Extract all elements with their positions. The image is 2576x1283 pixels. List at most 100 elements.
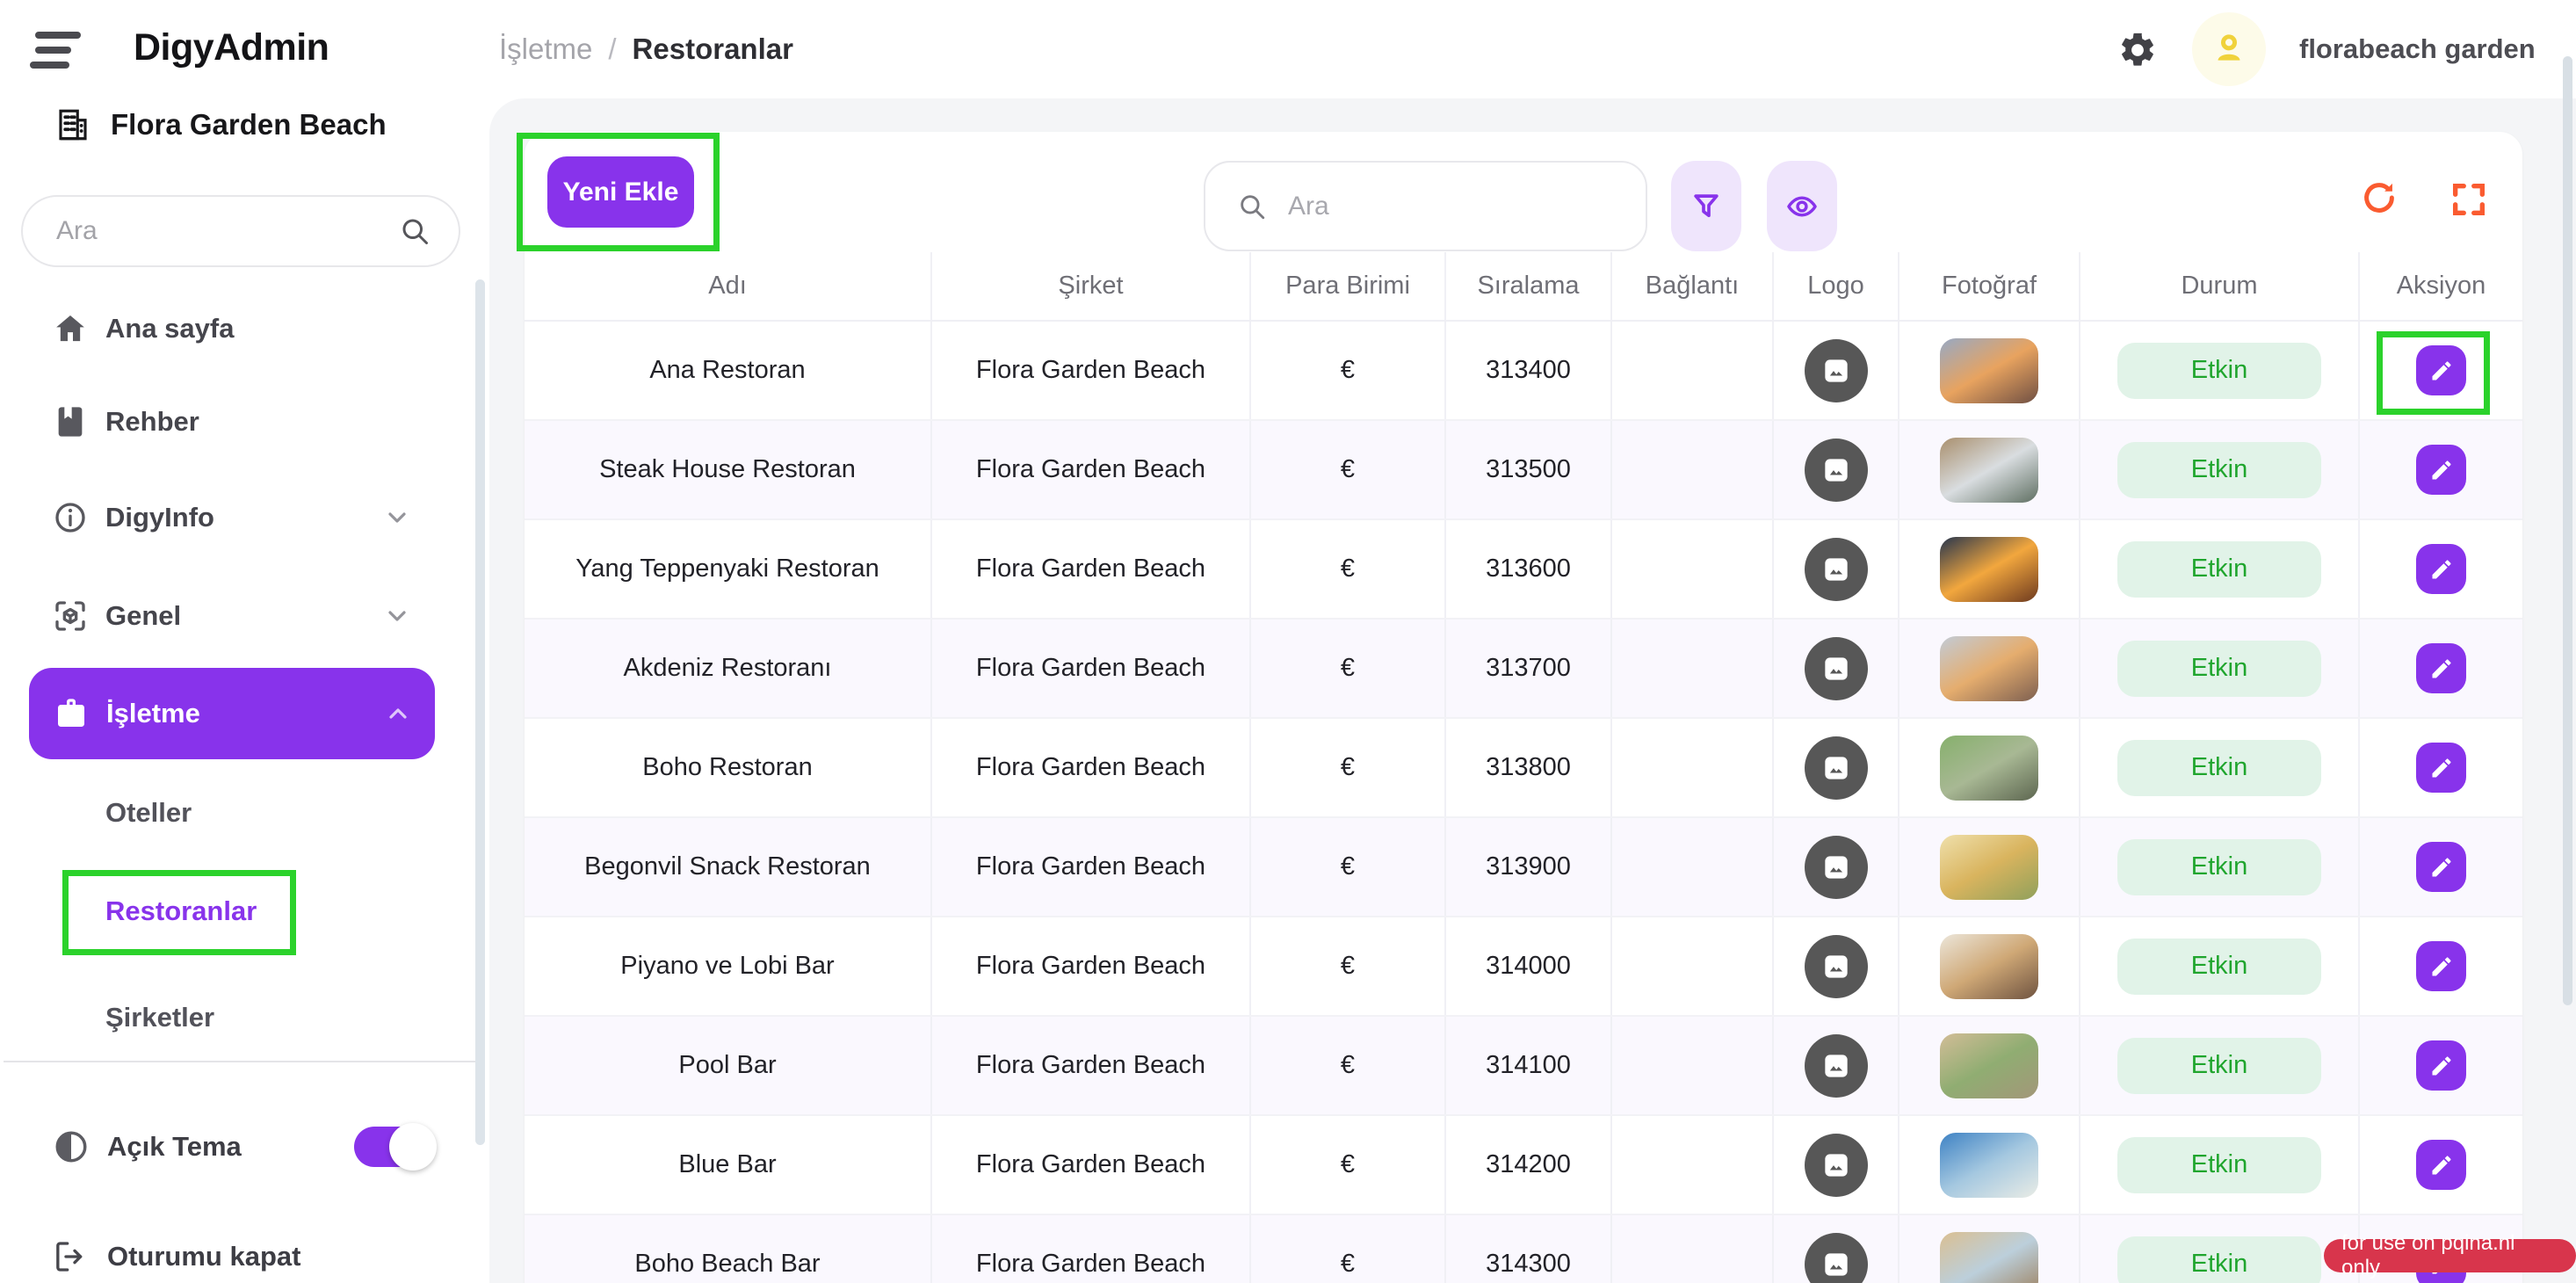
edit-button[interactable]	[2416, 743, 2466, 793]
book-icon	[53, 404, 88, 439]
edit-button[interactable]	[2416, 643, 2466, 693]
cell-name: Ana Restoran	[525, 322, 932, 419]
sidebar-divider	[4, 1061, 478, 1062]
cell-currency: €	[1251, 1116, 1446, 1214]
cell-status: Etkin	[2080, 520, 2360, 618]
cell-link	[1612, 620, 1774, 717]
edit-button[interactable]	[2416, 941, 2466, 991]
table-search-input[interactable]	[1267, 192, 1646, 221]
refresh-button[interactable]	[2359, 178, 2399, 221]
cell-status: Etkin	[2080, 1116, 2360, 1214]
sidebar-submenu-restoranlar[interactable]: Restoranlar	[0, 881, 489, 942]
sidebar-search-input[interactable]	[23, 216, 399, 246]
image-icon	[1820, 553, 1853, 586]
theme-toggle[interactable]	[354, 1127, 435, 1167]
workspace-name: Flora Garden Beach	[111, 108, 387, 141]
pencil-icon	[2429, 458, 2454, 482]
table-row: Blue Bar Flora Garden Beach € 314200 Etk…	[525, 1116, 2522, 1215]
edit-button[interactable]	[2416, 445, 2466, 495]
logo-placeholder	[1805, 637, 1868, 700]
chevron-up-icon	[384, 699, 412, 728]
sidebar-submenu-sirketler[interactable]: Şirketler	[0, 987, 489, 1048]
sidebar: DigyAdmin Flora Garden Beach Ana sayfa R…	[0, 0, 489, 1283]
table-row: Ana Restoran Flora Garden Beach € 313400…	[525, 322, 2522, 421]
cell-order: 313400	[1446, 322, 1612, 419]
fullscreen-button[interactable]	[2449, 179, 2489, 222]
table-row: Steak House Restoran Flora Garden Beach …	[525, 421, 2522, 520]
cell-action	[2360, 1017, 2522, 1114]
column-header-4[interactable]: Bağlantı	[1612, 252, 1774, 320]
cell-currency: €	[1251, 818, 1446, 916]
sidebar-item-digyinfo[interactable]: DigyInfo	[0, 487, 489, 548]
pencil-icon	[2429, 557, 2454, 582]
image-icon	[1820, 851, 1853, 884]
sidebar-item-label: Ana sayfa	[105, 313, 234, 344]
column-header-7[interactable]: Durum	[2080, 252, 2360, 320]
sidebar-scrollbar[interactable]	[475, 279, 485, 1145]
sidebar-submenu-oteller[interactable]: Oteller	[0, 782, 489, 844]
filter-button[interactable]	[1671, 161, 1741, 251]
cell-company: Flora Garden Beach	[932, 1116, 1251, 1214]
edit-button[interactable]	[2416, 842, 2466, 892]
pencil-icon	[2429, 756, 2454, 780]
column-header-6[interactable]: Fotoğraf	[1899, 252, 2080, 320]
logo-placeholder	[1805, 736, 1868, 800]
eye-icon	[1785, 190, 1819, 223]
edit-button[interactable]	[2416, 1040, 2466, 1091]
sidebar-item-isletme[interactable]: İşletme	[29, 668, 435, 759]
cell-company: Flora Garden Beach	[932, 520, 1251, 618]
column-header-1[interactable]: Şirket	[932, 252, 1251, 320]
photo-thumbnail	[1940, 537, 2038, 602]
cell-company: Flora Garden Beach	[932, 917, 1251, 1015]
column-header-0[interactable]: Adı	[525, 252, 932, 320]
cell-name: Yang Teppenyaki Restoran	[525, 520, 932, 618]
table-toolbar: Yeni Ekle	[525, 132, 2522, 252]
user-avatar[interactable]	[2192, 12, 2266, 86]
cell-link	[1612, 1017, 1774, 1114]
image-icon	[1820, 1149, 1853, 1182]
sidebar-item-label: DigyInfo	[105, 502, 214, 533]
hamburger-menu-icon[interactable]	[30, 30, 81, 72]
status-badge: Etkin	[2117, 541, 2321, 598]
page-scrollbar[interactable]	[2563, 56, 2572, 1005]
user-name[interactable]: florabeach garden	[2299, 0, 2536, 98]
toggle-knob	[389, 1123, 437, 1171]
workspace-selector[interactable]: Flora Garden Beach	[54, 104, 387, 146]
logo-placeholder	[1805, 439, 1868, 502]
theme-label: Açık Tema	[107, 1131, 242, 1163]
sidebar-item-rehber[interactable]: Rehber	[0, 391, 489, 453]
edit-button[interactable]	[2416, 345, 2466, 395]
search-icon	[399, 215, 431, 247]
add-button[interactable]: Yeni Ekle	[547, 156, 694, 228]
cell-logo	[1774, 1017, 1899, 1114]
photo-thumbnail	[1940, 636, 2038, 701]
cell-link	[1612, 421, 1774, 518]
submenu-item-label: Şirketler	[105, 1002, 214, 1033]
breadcrumb-parent[interactable]: İşletme	[499, 33, 592, 66]
breadcrumb-current: Restoranlar	[633, 33, 793, 66]
cell-status: Etkin	[2080, 719, 2360, 816]
visibility-button[interactable]	[1767, 161, 1837, 251]
column-header-3[interactable]: Sıralama	[1446, 252, 1612, 320]
sidebar-item-ana-sayfa[interactable]: Ana sayfa	[0, 298, 489, 359]
cell-action	[2360, 421, 2522, 518]
info-icon	[53, 500, 88, 535]
table-header-row: AdıŞirketPara BirimiSıralamaBağlantıLogo…	[525, 252, 2522, 322]
logo-placeholder	[1805, 538, 1868, 601]
cell-status: Etkin	[2080, 620, 2360, 717]
status-badge: Etkin	[2117, 740, 2321, 796]
submenu-item-label: Oteller	[105, 797, 192, 829]
cell-name: Pool Bar	[525, 1017, 932, 1114]
sidebar-item-logout[interactable]: Oturumu kapat	[0, 1226, 489, 1283]
cell-currency: €	[1251, 322, 1446, 419]
column-header-8[interactable]: Aksiyon	[2360, 252, 2522, 320]
status-badge: Etkin	[2117, 1236, 2321, 1283]
edit-button[interactable]	[2416, 1140, 2466, 1190]
gear-icon[interactable]	[2117, 30, 2158, 70]
sidebar-item-genel[interactable]: Genel	[0, 585, 489, 647]
photo-thumbnail	[1940, 934, 2038, 999]
edit-button[interactable]	[2416, 544, 2466, 594]
column-header-2[interactable]: Para Birimi	[1251, 252, 1446, 320]
column-header-5[interactable]: Logo	[1774, 252, 1899, 320]
image-icon	[1820, 751, 1853, 785]
